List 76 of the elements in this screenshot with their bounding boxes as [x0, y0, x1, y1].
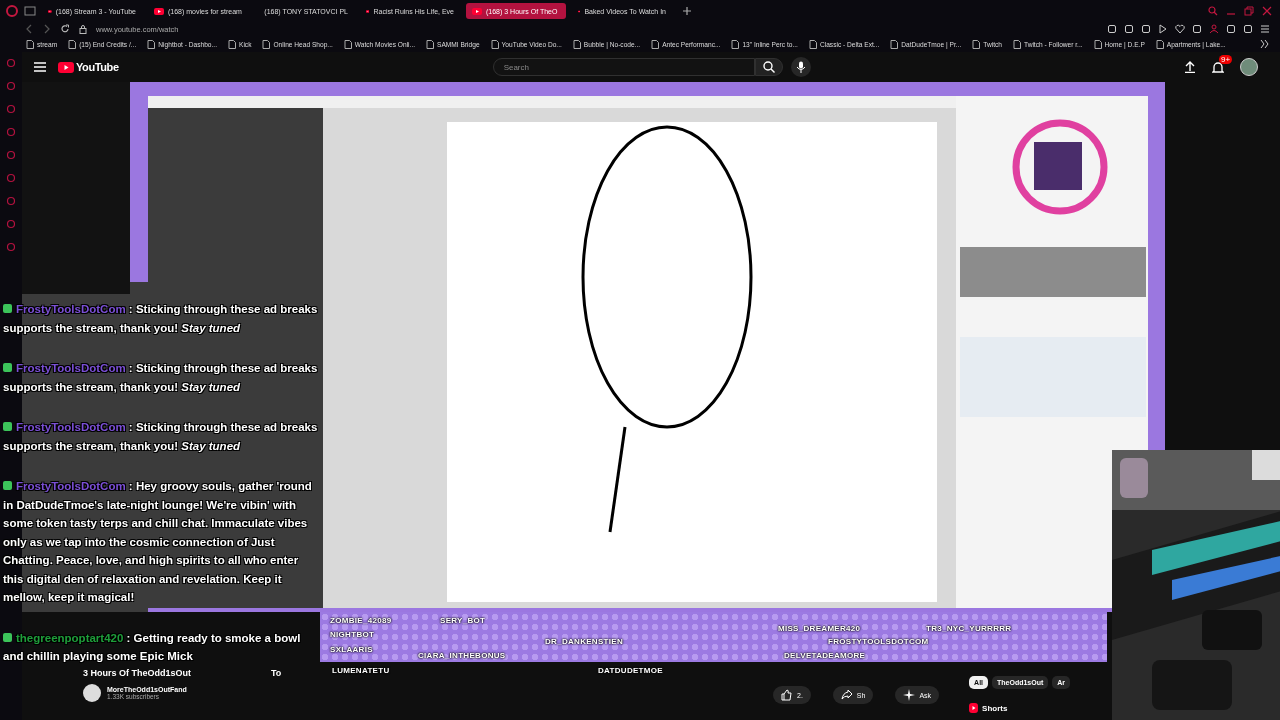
sidebar-icon[interactable] — [6, 219, 16, 229]
page-icon — [972, 39, 981, 49]
new-tab-icon[interactable] — [682, 6, 692, 16]
sidebar-icon[interactable] — [6, 173, 16, 183]
search-field[interactable]: Search — [492, 58, 755, 76]
viewer-name: CIARA_INTHEBONUS — [418, 651, 506, 660]
viewer-name: SERY_BOT — [440, 616, 486, 625]
page-icon — [26, 39, 34, 49]
sidebar-icon[interactable] — [6, 196, 16, 206]
page-icon — [228, 39, 236, 49]
upload-icon[interactable] — [1184, 61, 1196, 73]
profile-icon[interactable] — [1209, 24, 1219, 34]
viewer-name: DR_DANKENSTIEN — [545, 637, 623, 646]
sidebar-icon[interactable] — [6, 81, 16, 91]
page-icon — [262, 39, 271, 49]
close-icon[interactable] — [1262, 6, 1272, 16]
page-icon — [426, 39, 435, 49]
video-title: To — [271, 668, 282, 678]
browser-logo-icon — [6, 5, 18, 17]
search-icon[interactable] — [1208, 6, 1218, 16]
viewer-name: DATDUDETMOE — [598, 666, 663, 675]
sidebar-icon[interactable] — [6, 150, 16, 160]
page-icon — [68, 39, 77, 49]
page-icon — [1093, 39, 1102, 49]
viewer-name: DELVETADEAMORE — [784, 651, 866, 660]
badge-icon — [3, 632, 12, 642]
page-icon — [343, 39, 352, 49]
page-icon — [147, 39, 156, 49]
badge-icon — [3, 481, 12, 490]
tab-list-icon[interactable] — [24, 5, 36, 17]
play-icon[interactable] — [1158, 24, 1168, 34]
sidebar-icon[interactable] — [6, 242, 16, 252]
viewer-name: FROSTYTOOLSDOTCOM — [828, 637, 929, 646]
viewer-name: SXLAARIS — [330, 645, 373, 654]
page-icon — [651, 39, 660, 49]
page-icon — [572, 39, 581, 49]
notification-badge: 9+ — [1219, 54, 1233, 64]
viewer-name: LUMENATETU — [332, 666, 390, 675]
sidebar-icon[interactable] — [6, 58, 16, 68]
shorts-icon — [969, 703, 979, 713]
sidebar-icon[interactable] — [6, 104, 16, 114]
channel-avatar[interactable] — [83, 684, 101, 702]
share-icon — [840, 689, 853, 701]
shelf-title: Shorts — [982, 703, 1008, 713]
search-button[interactable] — [754, 58, 783, 76]
page-icon — [890, 39, 899, 49]
forward-icon[interactable] — [42, 24, 52, 34]
video-title: 3 Hours Of TheOdd1sOut — [83, 668, 191, 678]
heart-icon[interactable] — [1175, 24, 1185, 34]
badge-icon — [3, 304, 12, 313]
viewer-name: TR3_NYC_YURRRRR — [926, 624, 1012, 633]
microphone-icon — [795, 61, 806, 73]
lock-icon — [78, 24, 88, 34]
viewer-name: MISS_DREAMER420 — [778, 624, 861, 633]
thumbs-up-icon — [781, 689, 793, 701]
page-icon — [1155, 39, 1164, 49]
youtube-logo[interactable]: YouTube — [58, 61, 119, 73]
badge-icon — [3, 363, 12, 372]
page-icon — [731, 39, 740, 49]
page-icon — [1012, 39, 1021, 49]
bell-icon[interactable] — [1212, 60, 1224, 74]
back-icon[interactable] — [24, 24, 34, 34]
viewer-name: ZOMBIE_42089 — [330, 616, 392, 625]
search-icon — [762, 61, 775, 73]
play-logo-icon — [58, 61, 74, 73]
microphone-button[interactable] — [790, 57, 811, 77]
reload-icon[interactable] — [60, 24, 70, 34]
page-icon — [808, 39, 817, 49]
viewer-name: NIGHTBOT — [330, 630, 375, 639]
more-bookmarks-icon[interactable] — [1260, 39, 1270, 49]
chat-message: thegreenpoptart420 : Getting ready to smoke a bowl and chillin playing some Epic Mick — [3, 630, 302, 664]
sidebar-icon[interactable] — [6, 127, 16, 137]
avatar[interactable] — [1240, 58, 1258, 76]
page-icon — [490, 39, 499, 49]
sparkle-icon — [903, 689, 916, 701]
badge-icon — [3, 422, 12, 431]
